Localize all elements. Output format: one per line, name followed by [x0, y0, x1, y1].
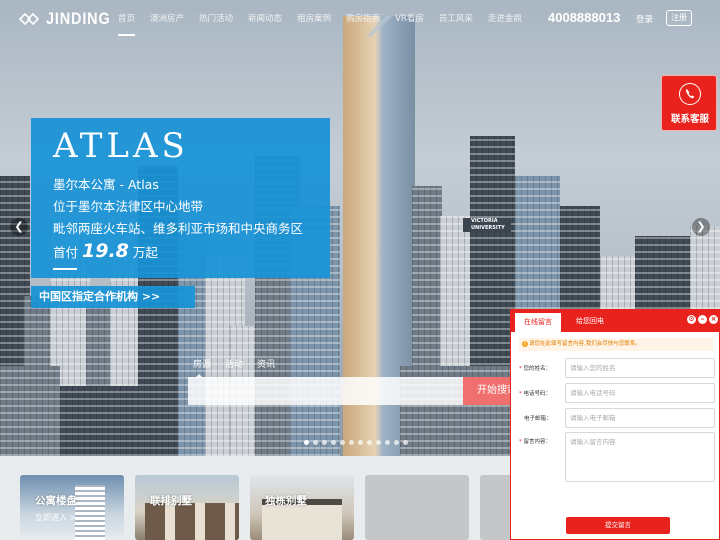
- contact-service-label: 联系客服: [670, 114, 709, 125]
- message-label: * 留言内容：: [519, 439, 552, 445]
- partner-link[interactable]: 中国区指定合作机构 >>: [31, 286, 195, 308]
- hotline-number: 4008888013: [548, 10, 621, 25]
- search-tabs: 房源 活动 资讯: [193, 357, 289, 378]
- carousel-dot[interactable]: [313, 440, 318, 445]
- banner-card[interactable]: ATLAS 墨尔本公寓 - Atlas 位于墨尔本法律区中心地带 毗邻两座火车站…: [31, 118, 330, 278]
- menu-item-cases[interactable]: 租房案例: [297, 0, 331, 38]
- search-input[interactable]: [188, 377, 463, 405]
- menu-item-home[interactable]: 首页: [118, 0, 136, 38]
- menu-item-news[interactable]: 新闻动态: [248, 0, 282, 38]
- logo-text: JINDING: [46, 9, 111, 28]
- menu-item-guide[interactable]: 购房指南: [346, 0, 380, 38]
- search-tab-listings[interactable]: 房源: [193, 357, 211, 378]
- settings-icon[interactable]: ⚙: [687, 315, 696, 324]
- banner-price: 首付 19.8 万起: [53, 240, 158, 262]
- name-field[interactable]: [565, 358, 715, 378]
- category-townhouses[interactable]: 联排别墅: [135, 475, 239, 540]
- category-name: 独栋别墅: [265, 495, 307, 507]
- carousel-dot[interactable]: [358, 440, 363, 445]
- price-value: 19.8: [82, 240, 129, 262]
- tab-online-message[interactable]: 在线留言: [515, 313, 561, 332]
- menu-item-events[interactable]: 热门活动: [199, 0, 233, 38]
- banner-subtitle: 墨尔本公寓 - Atlas: [53, 177, 159, 192]
- email-label: 电子邮箱：: [524, 416, 552, 422]
- submit-message-button[interactable]: 提交留言: [566, 517, 670, 534]
- main-menu: 首页 澳洲房产 热门活动 新闻动态 租房案例 购房指南 VR看房 员工风采 走进…: [118, 0, 537, 38]
- menu-item-vr[interactable]: VR看房: [395, 0, 424, 38]
- message-panel: 在线留言 给您回电 ⚙ – × 请您在此填写留言内容,我们会尽快与您联系。 * …: [510, 309, 720, 540]
- category-name: 联排别墅: [150, 495, 192, 507]
- carousel-dot[interactable]: [367, 440, 372, 445]
- phone-field[interactable]: [565, 383, 715, 403]
- message-panel-header: 在线留言 给您回电 ⚙ – ×: [511, 310, 719, 332]
- carousel-dot[interactable]: [394, 440, 399, 445]
- banner-divider: [53, 268, 77, 270]
- chevron-right-icon: ❯: [696, 220, 706, 233]
- carousel-dot[interactable]: [349, 440, 354, 445]
- login-link[interactable]: 登录: [636, 13, 653, 25]
- message-field[interactable]: [565, 432, 715, 482]
- menu-item-staff[interactable]: 员工风采: [439, 0, 473, 38]
- phone-icon: [679, 83, 701, 105]
- carousel-dot[interactable]: [340, 440, 345, 445]
- phone-label: * 电话号码：: [519, 391, 552, 397]
- carousel-next-button[interactable]: ❯: [692, 218, 710, 236]
- logo-icon: [18, 12, 40, 26]
- contact-service-button[interactable]: 联系客服: [661, 75, 717, 131]
- townhouse-image: [145, 503, 239, 540]
- price-prefix: 首付: [53, 245, 79, 260]
- minimize-icon[interactable]: –: [698, 315, 707, 324]
- victoria-university-sign: VICTORIA UNIVERSITY: [463, 218, 511, 232]
- category-enter-link[interactable]: 立即进入 >: [35, 512, 76, 523]
- banner-nearby: 毗邻两座火车站、维多利亚市场和中央商务区: [53, 221, 304, 236]
- logo[interactable]: JINDING: [18, 9, 122, 29]
- carousel-dot[interactable]: [322, 440, 327, 445]
- banner-title: ATLAS: [53, 126, 189, 166]
- menu-item-about[interactable]: 走进金鼎: [488, 0, 522, 38]
- banner-location: 位于墨尔本法律区中心地带: [53, 199, 204, 214]
- carousel-dot[interactable]: [403, 440, 408, 445]
- notice-bar: 请您在此填写留言内容,我们会尽快与您联系。: [519, 338, 713, 351]
- apartment-image: [75, 485, 105, 540]
- carousel-dot[interactable]: [376, 440, 381, 445]
- carousel-dot[interactable]: [331, 440, 336, 445]
- category-apartments[interactable]: 公寓楼盘 立即进入 >: [20, 475, 124, 540]
- carousel-dot[interactable]: [385, 440, 390, 445]
- carousel-dots: [304, 440, 412, 445]
- email-field[interactable]: [565, 408, 715, 428]
- price-suffix: 万起: [132, 245, 158, 260]
- menu-item-au-property[interactable]: 澳洲房产: [150, 0, 184, 38]
- category-villas[interactable]: 独栋别墅: [250, 475, 354, 540]
- top-nav: JINDING 首页 澳洲房产 热门活动 新闻动态 租房案例 购房指南 VR看房…: [0, 0, 720, 38]
- search-tab-news[interactable]: 资讯: [257, 357, 275, 370]
- category-card-4[interactable]: [365, 475, 469, 540]
- carousel-prev-button[interactable]: ❮: [10, 218, 28, 236]
- category-name: 公寓楼盘: [35, 495, 77, 507]
- chevron-left-icon: ❮: [14, 220, 24, 233]
- search-tab-events[interactable]: 活动: [225, 357, 243, 370]
- tab-callback[interactable]: 给您回电: [571, 310, 609, 332]
- carousel-dot[interactable]: [304, 440, 309, 445]
- close-icon[interactable]: ×: [709, 315, 718, 324]
- register-button[interactable]: 注册: [666, 10, 692, 26]
- name-label: * 您的姓名：: [519, 366, 552, 372]
